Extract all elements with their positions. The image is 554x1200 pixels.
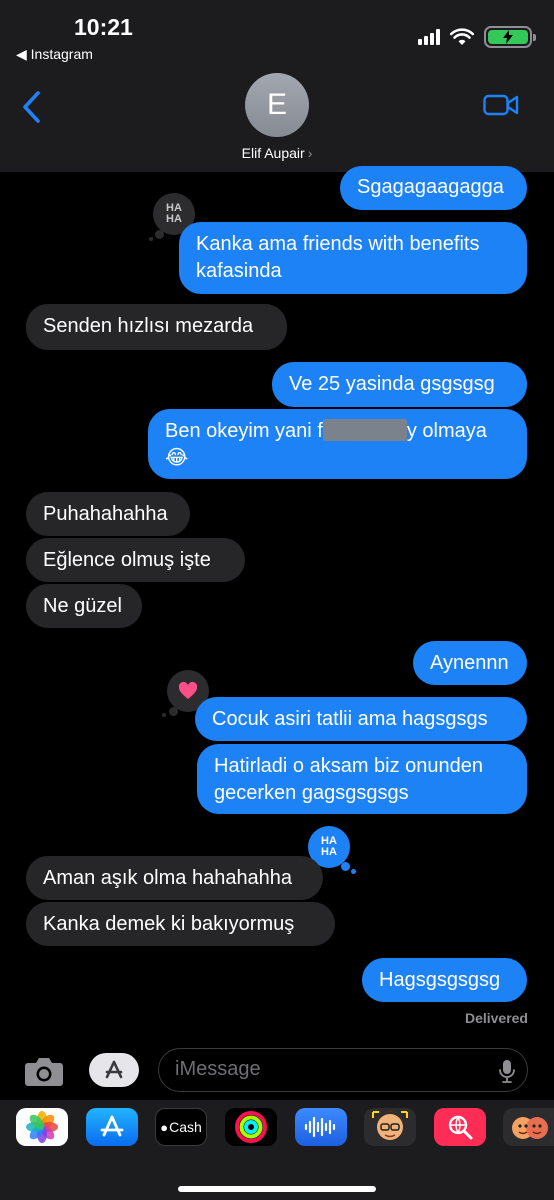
status-time: 10:21 — [74, 14, 133, 40]
conversation-header: 10:21 ◀ Instagram E Elif Aupair › — [0, 0, 554, 172]
message-text-line: Ben okeyim yani fy olmaya — [165, 419, 487, 442]
cash-label: Cash — [169, 1119, 202, 1135]
message-text-line: gecerken gagsgsgsgs — [214, 782, 409, 804]
message-bubble-sent[interactable]: Ben okeyim yani fy olmaya 😂 — [148, 409, 527, 479]
message-bubble-sent[interactable]: Ve 25 yasinda gsgsgsg — [272, 362, 527, 407]
back-chevron-icon[interactable] — [20, 90, 44, 124]
home-indicator[interactable] — [178, 1186, 376, 1192]
message-text-line: Hatirladi o aksam biz onunden — [214, 755, 484, 777]
tapback-tail — [155, 230, 164, 239]
message-bubble-sent[interactable]: Aynennn — [413, 641, 527, 685]
tapback-tail — [341, 862, 350, 871]
message-input-field[interactable] — [158, 1048, 528, 1092]
redacted-text-blur — [322, 419, 407, 441]
message-bubble-received[interactable]: Eğlence olmuş işte — [26, 538, 245, 582]
tapback-tail — [169, 707, 178, 716]
memoji-icon[interactable] — [364, 1108, 416, 1146]
appstore-icon — [105, 1060, 123, 1079]
photos-icon[interactable] — [16, 1108, 68, 1146]
message-bubble-sent[interactable]: Sgagagaagagga — [340, 166, 527, 210]
audio-waveform-icon[interactable] — [295, 1108, 347, 1146]
message-text: Puhahahahha — [43, 503, 168, 525]
message-bubble-sent[interactable]: Hatirladi o aksam biz onunden gecerken g… — [197, 744, 527, 814]
web-search-icon[interactable] — [434, 1108, 486, 1146]
message-bubble-received[interactable]: Kanka demek ki bakıyormuş — [26, 902, 335, 946]
app-store-button[interactable] — [89, 1053, 139, 1087]
camera-icon[interactable] — [24, 1054, 64, 1088]
status-icons — [418, 26, 536, 48]
message-text: Kanka demek ki bakıyormuş — [43, 913, 295, 935]
microphone-icon[interactable] — [499, 1059, 515, 1083]
emoji-laughing: 😂 — [165, 447, 189, 469]
memoji-stickers-icon[interactable] — [503, 1108, 554, 1146]
wifi-icon — [450, 28, 474, 45]
message-text: Cocuk asiri tatlii ama hagsgsgs — [212, 708, 488, 730]
battery-icon — [484, 26, 536, 48]
message-bubble-sent[interactable]: Hagsgsgsgsg — [362, 958, 527, 1002]
message-bubble-sent[interactable]: Kanka ama friends with benefits kafasind… — [179, 222, 527, 294]
message-bubble-received[interactable]: Senden hızlısı mezarda — [26, 304, 287, 350]
video-call-icon[interactable] — [483, 93, 519, 117]
message-bubble-sent[interactable]: Cocuk asiri tatlii ama hagsgsgs — [195, 697, 527, 741]
back-to-app-link[interactable]: ◀ Instagram — [16, 46, 93, 63]
message-text: Sgagagaagagga — [357, 176, 504, 198]
message-text: Hagsgsgsgsg — [379, 969, 501, 991]
contact-name-label: Elif Aupair — [241, 145, 305, 161]
imessage-input[interactable] — [175, 1058, 475, 1081]
message-bubble-received[interactable]: Ne güzel — [26, 584, 142, 628]
message-text-line: kafasinda — [196, 260, 282, 282]
message-text: Ve 25 yasinda gsgsgsg — [289, 373, 495, 395]
message-text: Aman aşık olma hahahahha — [43, 867, 293, 889]
message-text: Ne güzel — [43, 595, 122, 617]
activity-icon[interactable] — [225, 1108, 277, 1146]
delivered-status: Delivered — [464, 1010, 528, 1026]
chevron-right-icon: › — [307, 145, 313, 161]
tapback-tail — [149, 237, 153, 241]
contact-avatar[interactable]: E — [245, 73, 309, 137]
message-text: Aynennn — [430, 652, 509, 674]
contact-name[interactable]: Elif Aupair › — [0, 145, 554, 161]
cellular-signal-icon — [418, 29, 440, 45]
message-text-line: Kanka ama friends with benefits — [196, 233, 480, 255]
apple-cash-icon[interactable]: ● Cash — [155, 1108, 207, 1146]
message-text: Senden hızlısı mezarda — [43, 315, 254, 337]
message-text: Eğlence olmuş işte — [43, 549, 211, 571]
appstore-icon[interactable] — [86, 1108, 138, 1146]
tapback-tail — [351, 869, 356, 874]
tapback-tail — [162, 713, 166, 717]
message-bubble-received[interactable]: Aman aşık olma hahahahha — [26, 856, 323, 900]
message-bubble-received[interactable]: Puhahahahha — [26, 492, 190, 536]
